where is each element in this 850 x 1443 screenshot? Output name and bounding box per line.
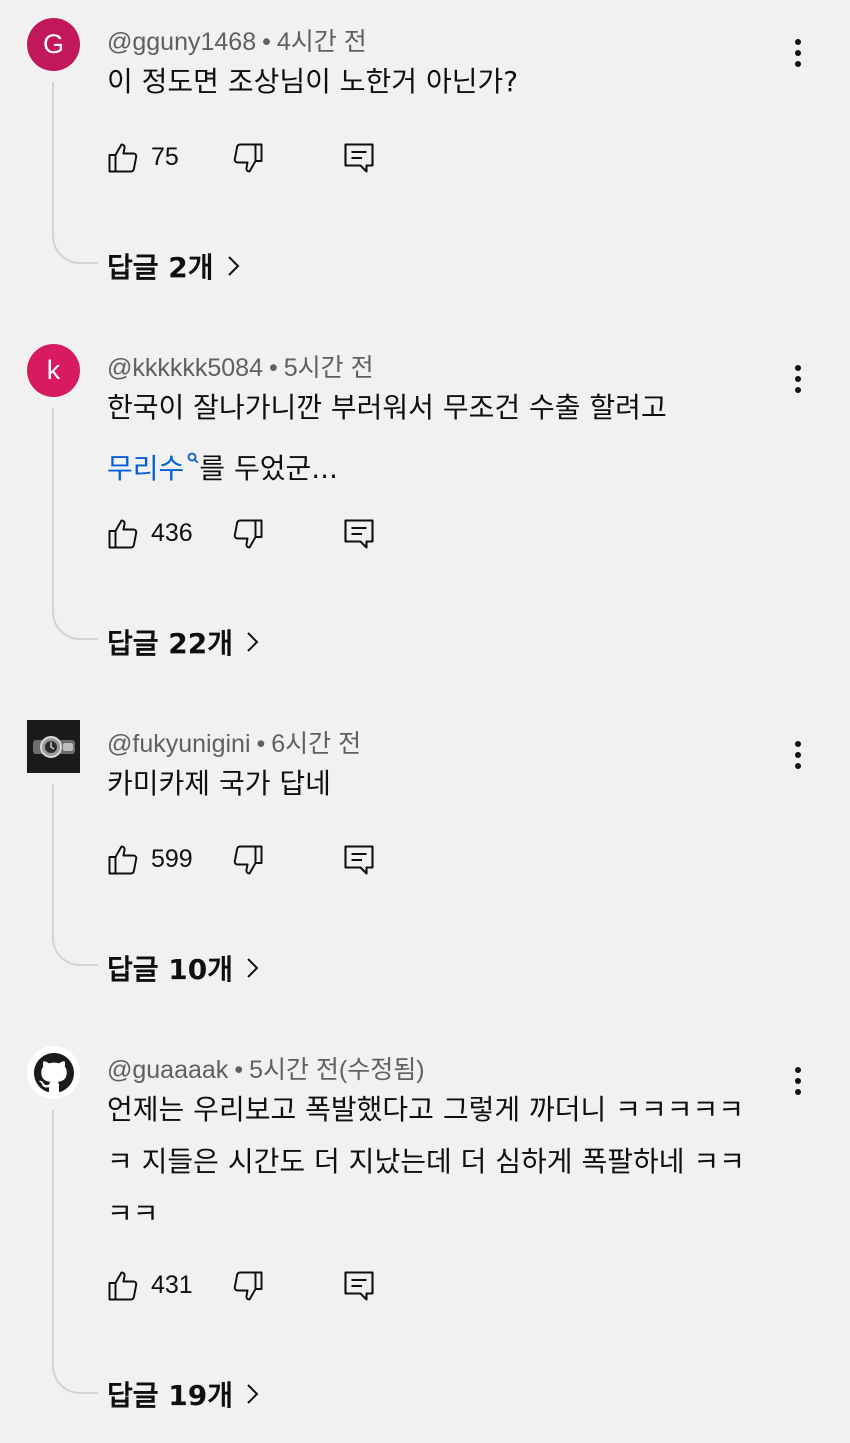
replies-label: 답글 2개 <box>107 251 214 284</box>
chevron-right-icon <box>245 1383 259 1405</box>
meta-separator: • <box>269 354 278 382</box>
comment-line: 언제는 우리보고 폭발했다고 그렇게 까더니 ㅋㅋㅋㅋㅋ <box>107 1093 744 1126</box>
thread-line <box>52 1110 98 1394</box>
avatar-letter: k <box>46 355 61 385</box>
comment-time[interactable]: 6시간 전 <box>271 730 361 758</box>
chevron-right-icon <box>226 255 240 277</box>
author-handle[interactable]: @kkkkkk5084 <box>107 354 263 382</box>
chevron-right-icon <box>245 957 259 979</box>
dislike-button[interactable] <box>230 842 266 878</box>
view-replies-button[interactable]: 답글 19개 <box>107 1374 259 1414</box>
comment-time[interactable]: 4시간 전 <box>277 28 367 56</box>
avatar[interactable]: k <box>27 344 80 397</box>
comment-text: 한국이 잘나가니깐 부러워서 무조건 수출 할려고 무리수 를 두었군... <box>107 382 787 495</box>
thumbs-down-icon <box>233 519 263 549</box>
view-replies-button[interactable]: 답글 22개 <box>107 622 259 662</box>
thumbs-up-icon <box>108 845 138 875</box>
comment-meta: @kkkkkk5084 • 5시간 전 <box>107 348 374 384</box>
thread-line <box>52 408 98 640</box>
dislike-button[interactable] <box>230 516 266 552</box>
dislike-button[interactable] <box>230 1268 266 1304</box>
author-handle[interactable]: @guaaaak <box>107 1056 228 1084</box>
search-link-text: 무리수 <box>107 452 185 485</box>
like-count: 75 <box>151 143 179 171</box>
comment-line: ㅋ 지들은 시간도 더 지났는데 더 심하게 폭팔하네 ㅋㅋ <box>107 1145 745 1178</box>
reply-button[interactable] <box>341 842 377 878</box>
comment-line: 한국이 잘나가니깐 부러워서 무조건 수출 할려고 <box>107 391 667 424</box>
comment-meta: @guaaaak • 5시간 전(수정됨) <box>107 1050 425 1086</box>
comment-line: ㅋㅋ <box>107 1197 159 1230</box>
reply-button[interactable] <box>341 1268 377 1304</box>
like-count: 599 <box>151 845 193 873</box>
comment-actions: 436 <box>105 516 405 556</box>
thread-line <box>52 82 98 264</box>
comment-actions: 75 <box>105 140 405 180</box>
thumbs-down-icon <box>233 1271 263 1301</box>
dislike-button[interactable] <box>230 140 266 176</box>
comment-time[interactable]: 5시간 전(수정됨) <box>249 1056 425 1084</box>
search-link[interactable]: 무리수 <box>107 452 199 485</box>
reply-button[interactable] <box>341 516 377 552</box>
avatar[interactable]: G <box>27 18 80 71</box>
like-button[interactable] <box>105 140 141 176</box>
comment-line-rest: 를 두었군... <box>199 452 338 485</box>
comment-line: 이 정도면 조상님이 노한거 아닌가? <box>107 65 519 98</box>
github-octocat-avatar-icon <box>33 1052 74 1092</box>
author-handle[interactable]: @fukyunigini <box>107 730 251 758</box>
reply-comment-icon <box>344 143 374 173</box>
chevron-right-icon <box>245 631 259 653</box>
reply-button[interactable] <box>341 140 377 176</box>
avatar-letter: G <box>42 29 64 59</box>
like-button[interactable] <box>105 516 141 552</box>
replies-label: 답글 19개 <box>107 1379 233 1412</box>
thread-line <box>52 784 98 966</box>
comment-line: 카미카제 국가 답네 <box>107 767 331 800</box>
reply-comment-icon <box>344 1271 374 1301</box>
avatar[interactable] <box>27 1046 80 1099</box>
like-count: 431 <box>151 1271 193 1299</box>
comment-text: 언제는 우리보고 폭발했다고 그렇게 까더니 ㅋㅋㅋㅋㅋ ㅋ 지들은 시간도 더… <box>107 1084 787 1240</box>
meta-separator: • <box>256 730 266 758</box>
meta-separator: • <box>262 28 271 56</box>
search-icon <box>187 452 199 468</box>
comment-meta: @gguny1468 • 4시간 전 <box>107 22 367 58</box>
view-replies-button[interactable]: 답글 2개 <box>107 246 240 286</box>
comment-actions: 431 <box>105 1268 405 1308</box>
author-handle[interactable]: @gguny1468 <box>107 28 256 56</box>
thumbs-down-icon <box>233 143 263 173</box>
view-replies-button[interactable]: 답글 10개 <box>107 948 259 988</box>
thumbs-up-icon <box>108 519 138 549</box>
comment-actions: 599 <box>105 842 405 882</box>
replies-label: 답글 22개 <box>107 627 233 660</box>
comment-time[interactable]: 5시간 전 <box>284 354 374 382</box>
watch-avatar-icon <box>27 720 80 773</box>
thumbs-up-icon <box>108 1271 138 1301</box>
thumbs-down-icon <box>233 845 263 875</box>
reply-comment-icon <box>344 845 374 875</box>
reply-comment-icon <box>344 519 374 549</box>
like-count: 436 <box>151 519 193 547</box>
comment-text: 이 정도면 조상님이 노한거 아닌가? <box>107 56 787 108</box>
like-button[interactable] <box>105 842 141 878</box>
comment-meta: @fukyunigini • 6시간 전 <box>107 724 361 760</box>
avatar[interactable] <box>27 720 80 773</box>
comment-line: 무리수 를 두었군... <box>107 434 787 495</box>
thumbs-up-icon <box>108 143 138 173</box>
like-button[interactable] <box>105 1268 141 1304</box>
comment-text: 카미카제 국가 답네 <box>107 758 787 810</box>
meta-separator: • <box>234 1056 244 1084</box>
replies-label: 답글 10개 <box>107 953 233 986</box>
